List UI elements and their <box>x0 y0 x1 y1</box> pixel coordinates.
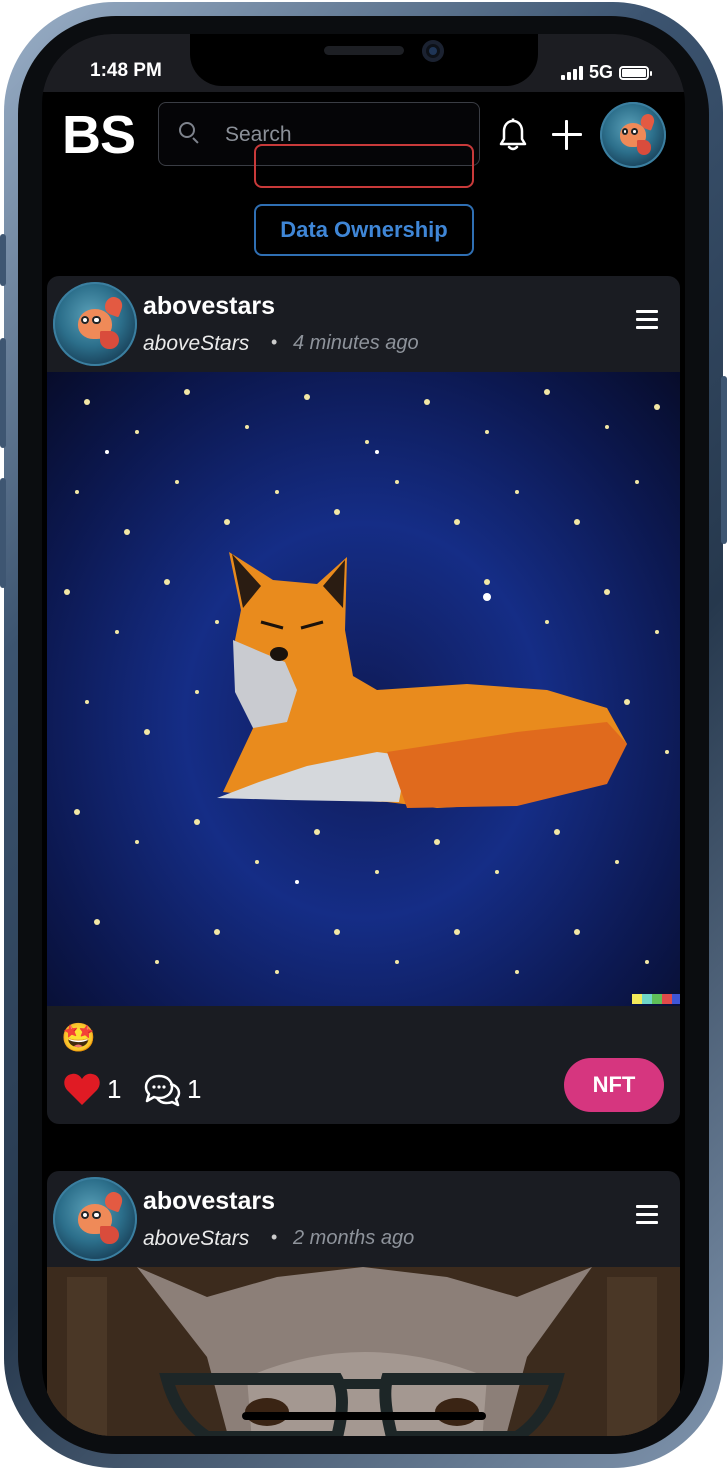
post-handle[interactable]: aboveStars <box>143 1227 249 1251</box>
plus-icon[interactable] <box>552 120 582 150</box>
nft-button[interactable]: NFT <box>564 1058 664 1112</box>
wolf-photo <box>47 1267 680 1436</box>
post-card: abovestars aboveStars • 4 minutes ago 🤩 … <box>47 276 680 1124</box>
like-count: 1 <box>107 1074 122 1104</box>
post-username[interactable]: abovestars <box>143 292 275 321</box>
post-header: abovestars aboveStars • 4 minutes ago <box>47 276 680 372</box>
side-button-volume-down <box>0 478 6 588</box>
fox-painting <box>64 389 680 1004</box>
comment-icon[interactable] <box>143 1072 181 1108</box>
battery-icon <box>619 65 652 80</box>
status-indicators: 5G <box>560 62 652 83</box>
phone-screen: 1:48 PM 5G BS Search Data Ownership abov… <box>42 34 685 1436</box>
user-avatar[interactable] <box>600 102 666 168</box>
front-camera <box>422 40 444 62</box>
post-card: abovestars aboveStars • 2 months ago <box>47 1171 680 1436</box>
menu-icon[interactable] <box>636 1205 658 1224</box>
notch <box>190 34 538 86</box>
comment-count: 1 <box>187 1074 202 1104</box>
menu-icon[interactable] <box>636 310 658 329</box>
post-handle[interactable]: aboveStars <box>143 332 249 356</box>
status-time: 1:48 PM <box>90 60 162 81</box>
search-icon <box>179 122 195 138</box>
post-avatar[interactable] <box>53 282 137 366</box>
heart-icon[interactable] <box>63 1072 101 1106</box>
partial-button[interactable] <box>254 144 474 188</box>
separator-dot: • <box>271 1227 278 1247</box>
post-actions: 1 1 NFT <box>63 1058 664 1124</box>
side-button-silent <box>0 234 6 286</box>
post-avatar[interactable] <box>53 1177 137 1261</box>
post-time: 2 months ago <box>293 1227 415 1249</box>
post-image-fox[interactable] <box>47 372 680 1006</box>
network-label: 5G <box>588 62 613 82</box>
separator-dot: • <box>271 332 278 352</box>
reaction-emoji[interactable]: 🤩 <box>61 1021 96 1054</box>
side-button-power <box>721 376 727 544</box>
post-time: 4 minutes ago <box>293 332 419 354</box>
signal-icon <box>560 65 583 80</box>
post-header: abovestars aboveStars • 2 months ago <box>47 1171 680 1267</box>
post-username[interactable]: abovestars <box>143 1187 275 1216</box>
speaker-grille <box>324 46 404 55</box>
home-indicator[interactable] <box>242 1412 486 1420</box>
bell-icon[interactable] <box>498 118 528 152</box>
app-logo[interactable]: BS <box>62 104 136 166</box>
data-ownership-button[interactable]: Data Ownership <box>254 204 474 256</box>
side-button-volume-up <box>0 338 6 448</box>
post-image-wolf[interactable] <box>47 1267 680 1436</box>
